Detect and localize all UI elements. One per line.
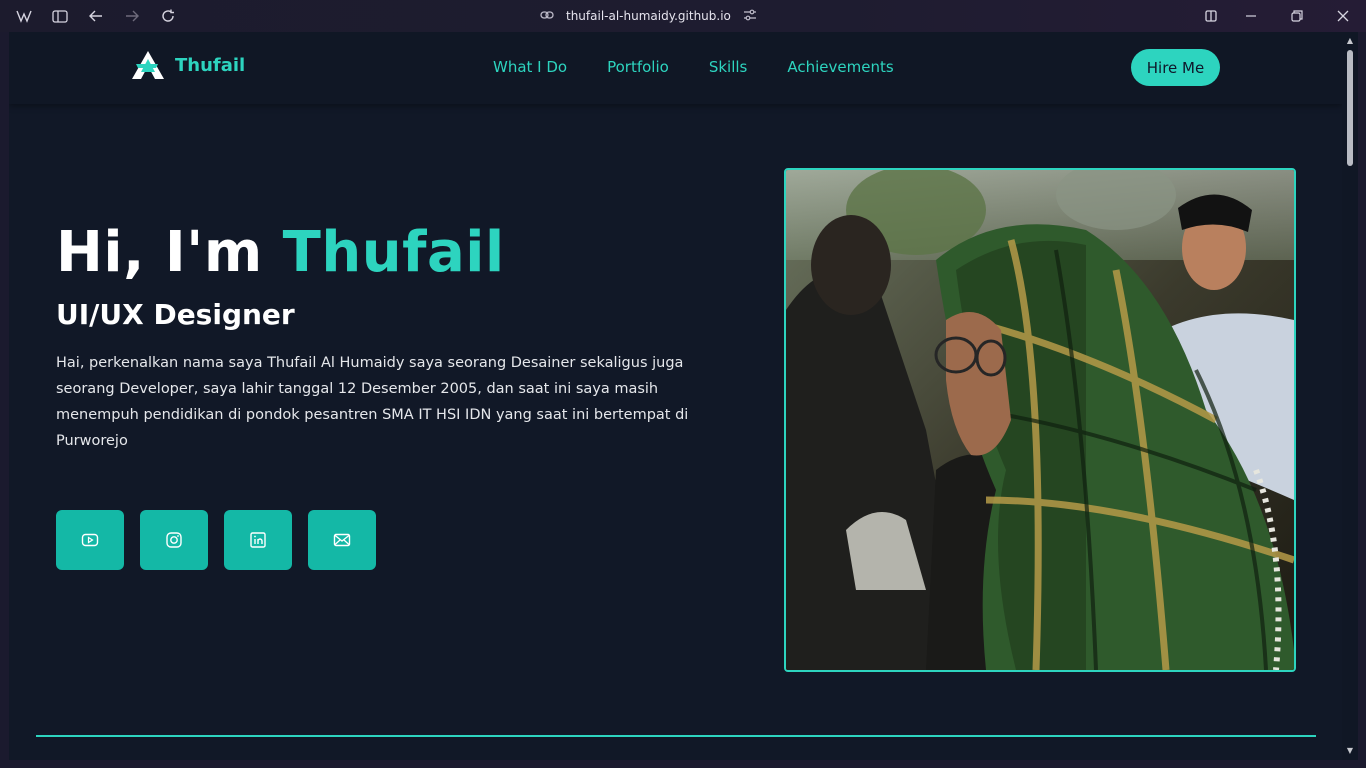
- sidebar-toggle-icon[interactable]: [50, 6, 70, 26]
- hire-me-button[interactable]: Hire Me: [1131, 49, 1220, 86]
- nav-link-what-i-do[interactable]: What I Do: [493, 58, 567, 76]
- minimize-icon[interactable]: [1241, 6, 1261, 26]
- youtube-button[interactable]: [56, 510, 124, 570]
- scroll-down-icon[interactable]: ▼: [1345, 746, 1355, 756]
- social-links: [56, 510, 376, 570]
- instagram-icon: [166, 532, 182, 548]
- link-icon: [540, 9, 554, 23]
- profile-photo-image: [786, 170, 1294, 670]
- close-icon[interactable]: [1333, 6, 1353, 26]
- mail-icon: [333, 533, 351, 547]
- brand-logo-icon: [132, 51, 164, 79]
- page-viewport: Thufail What I Do Portfolio Skills Achie…: [9, 32, 1342, 760]
- url-text[interactable]: thufail-al-humaidy.github.io: [566, 9, 731, 23]
- hero-title: Hi, I'm Thufail: [56, 220, 505, 285]
- nav-link-portfolio[interactable]: Portfolio: [607, 58, 669, 76]
- section-divider: [36, 735, 1316, 737]
- reload-icon[interactable]: [158, 6, 178, 26]
- hero-description: Hai, perkenalkan nama saya Thufail Al Hu…: [56, 355, 689, 449]
- nav-link-achievements[interactable]: Achievements: [787, 58, 893, 76]
- nav-link-skills[interactable]: Skills: [709, 58, 748, 76]
- forward-icon[interactable]: [122, 6, 142, 26]
- brand[interactable]: Thufail: [131, 50, 245, 80]
- profile-photo: [784, 168, 1296, 672]
- hero-role: UI/UX Designer: [56, 298, 295, 331]
- site-navbar: Thufail What I Do Portfolio Skills Achie…: [9, 32, 1342, 104]
- site-settings-icon[interactable]: [743, 9, 757, 24]
- hero-name: Thufail: [282, 220, 505, 285]
- page-scrollbar[interactable]: ▲ ▼: [1342, 32, 1358, 760]
- scroll-up-icon[interactable]: ▲: [1345, 36, 1355, 46]
- address-bar[interactable]: thufail-al-humaidy.github.io: [540, 6, 757, 26]
- instagram-button[interactable]: [140, 510, 208, 570]
- split-view-icon[interactable]: [1201, 6, 1221, 26]
- youtube-icon: [81, 533, 99, 547]
- browser-logo-icon[interactable]: [14, 6, 34, 26]
- browser-toolbar: thufail-al-humaidy.github.io: [0, 0, 1366, 32]
- linkedin-button[interactable]: [224, 510, 292, 570]
- back-icon[interactable]: [86, 6, 106, 26]
- email-button[interactable]: [308, 510, 376, 570]
- brand-name: Thufail: [175, 54, 246, 76]
- nav-links: What I Do Portfolio Skills Achievements: [493, 58, 894, 76]
- hero-greeting: Hi, I'm: [56, 220, 283, 285]
- linkedin-icon: [250, 532, 266, 548]
- scroll-thumb[interactable]: [1347, 50, 1353, 166]
- restore-icon[interactable]: [1287, 6, 1307, 26]
